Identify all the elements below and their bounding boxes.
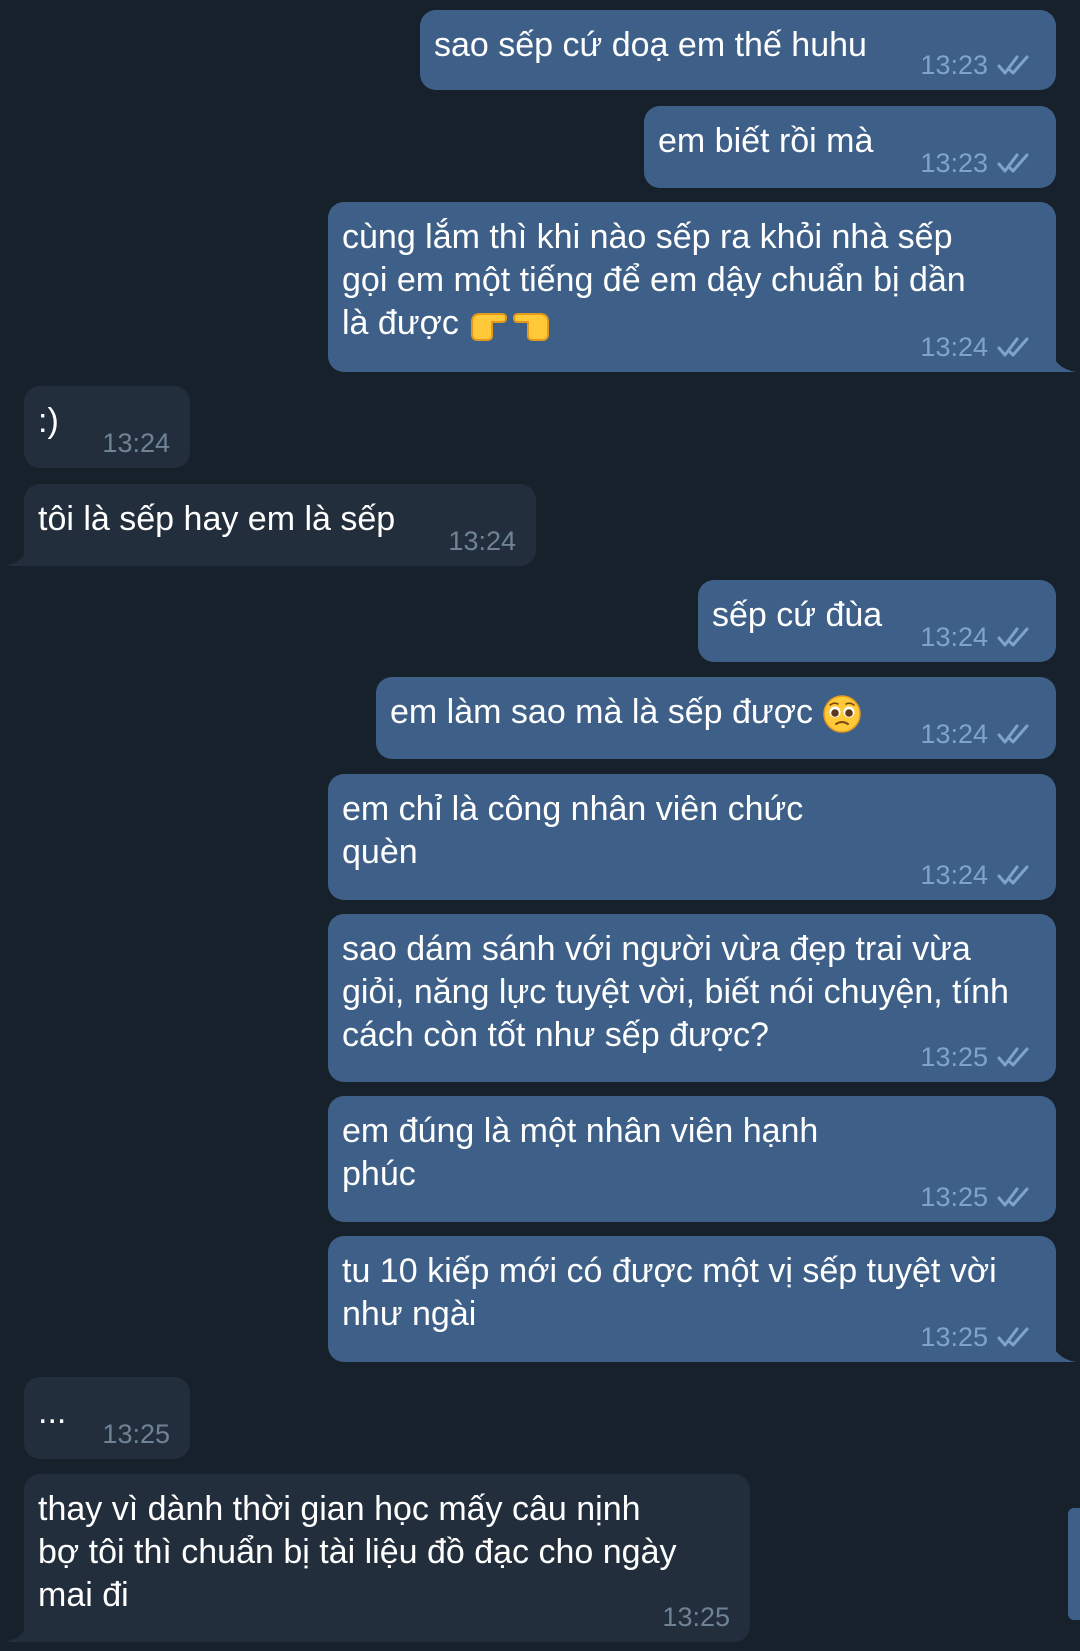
message-meta: 13:24	[920, 860, 1036, 890]
pointing-hands-emoji	[471, 313, 550, 342]
message-bubble-outgoing[interactable]: cùng lắm thì khi nào sếp ra khỏi nhà sếp…	[328, 202, 1076, 372]
message-bubble-incoming[interactable]: thay vì dành thời gian học mấy câu nịnh …	[4, 1474, 750, 1642]
message-bubble-incoming[interactable]: tôi là sếp hay em là sếp 13:24	[4, 484, 536, 566]
message-text: sếp cứ đùa	[712, 596, 883, 634]
message-text: ...	[38, 1393, 67, 1431]
bubble-tail	[4, 1620, 28, 1642]
scroll-to-bottom-handle[interactable]	[1068, 1508, 1080, 1620]
message-bubble-incoming[interactable]: ... 13:25	[24, 1377, 190, 1459]
message-time: 13:25	[102, 1419, 170, 1449]
message-text-content: cùng lắm thì khi nào sếp ra khỏi nhà sếp…	[342, 218, 966, 342]
message-meta: 13:24	[102, 428, 170, 458]
double-check-icon	[997, 55, 1029, 75]
message-text: cùng lắm thì khi nào sếp ra khỏi nhà sếp…	[342, 216, 966, 345]
message-meta: 13:24	[920, 332, 1036, 362]
message-time: 13:23	[920, 148, 988, 178]
message-time: 13:25	[662, 1602, 730, 1632]
message-text-content: em làm sao mà là sếp được	[390, 693, 813, 731]
message-text: em biết rồi mà	[658, 122, 874, 160]
double-check-icon	[997, 724, 1029, 744]
message-bubble-outgoing[interactable]: em biết rồi mà 13:23	[644, 106, 1056, 188]
message-time: 13:24	[920, 332, 988, 362]
message-bubble-outgoing[interactable]: sao sếp cứ doạ em thế huhu 13:23	[420, 10, 1056, 90]
message-time: 13:24	[448, 526, 516, 556]
bubble-tail	[1052, 1340, 1076, 1362]
message-time: 13:24	[920, 622, 988, 652]
message-text: sao sếp cứ doạ em thế huhu	[434, 26, 867, 64]
message-time: 13:24	[920, 860, 988, 890]
double-check-icon	[997, 1327, 1029, 1347]
message-meta: 13:24	[920, 622, 1036, 652]
message-time: 13:25	[920, 1182, 988, 1212]
message-bubble-outgoing[interactable]: tu 10 kiếp mới có được một vị sếp tuyệt …	[328, 1236, 1076, 1362]
message-time: 13:24	[920, 719, 988, 749]
bubble-tail	[1052, 350, 1076, 372]
double-check-icon	[997, 865, 1029, 885]
message-bubble-outgoing[interactable]: em chỉ là công nhân viên chức quèn 13:24	[328, 774, 1056, 900]
message-text: em đúng là một nhân viên hạnh phúc	[342, 1112, 819, 1193]
double-check-icon	[997, 1187, 1029, 1207]
double-check-icon	[997, 337, 1029, 357]
double-check-icon	[997, 1047, 1029, 1067]
message-meta: 13:25	[102, 1419, 170, 1449]
message-text: thay vì dành thời gian học mấy câu nịnh …	[38, 1490, 677, 1614]
message-text: em làm sao mà là sếp được	[390, 691, 862, 734]
double-check-icon	[997, 153, 1029, 173]
message-text: tu 10 kiếp mới có được một vị sếp tuyệt …	[342, 1252, 997, 1333]
message-text: sao dám sánh với người vừa đẹp trai vừa …	[342, 930, 1009, 1054]
message-bubble-incoming[interactable]: :) 13:24	[24, 386, 190, 468]
message-meta: 13:24	[448, 526, 516, 556]
message-meta: 13:23	[920, 148, 1036, 178]
pleading-face-emoji	[823, 695, 862, 733]
message-time: 13:25	[920, 1042, 988, 1072]
message-meta: 13:23	[920, 50, 1036, 80]
message-time: 13:25	[920, 1322, 988, 1352]
message-time: 13:23	[920, 50, 988, 80]
message-bubble-outgoing[interactable]: em đúng là một nhân viên hạnh phúc 13:25	[328, 1096, 1056, 1222]
message-text: tôi là sếp hay em là sếp	[38, 500, 396, 538]
message-meta: 13:24	[920, 719, 1036, 749]
message-meta: 13:25	[920, 1042, 1036, 1072]
bubble-tail	[4, 544, 28, 566]
message-meta: 13:25	[920, 1322, 1036, 1352]
message-text: em chỉ là công nhân viên chức quèn	[342, 790, 804, 871]
message-bubble-outgoing[interactable]: sao dám sánh với người vừa đẹp trai vừa …	[328, 914, 1056, 1082]
message-meta: 13:25	[662, 1602, 730, 1632]
message-time: 13:24	[102, 428, 170, 458]
message-bubble-outgoing[interactable]: em làm sao mà là sếp được 13:24	[376, 677, 1056, 759]
chat-history[interactable]: sao sếp cứ doạ em thế huhu 13:23 em biết…	[0, 0, 1080, 1651]
message-meta: 13:25	[920, 1182, 1036, 1212]
message-bubble-outgoing[interactable]: sếp cứ đùa 13:24	[698, 580, 1056, 662]
double-check-icon	[997, 627, 1029, 647]
message-text: :)	[38, 402, 59, 440]
